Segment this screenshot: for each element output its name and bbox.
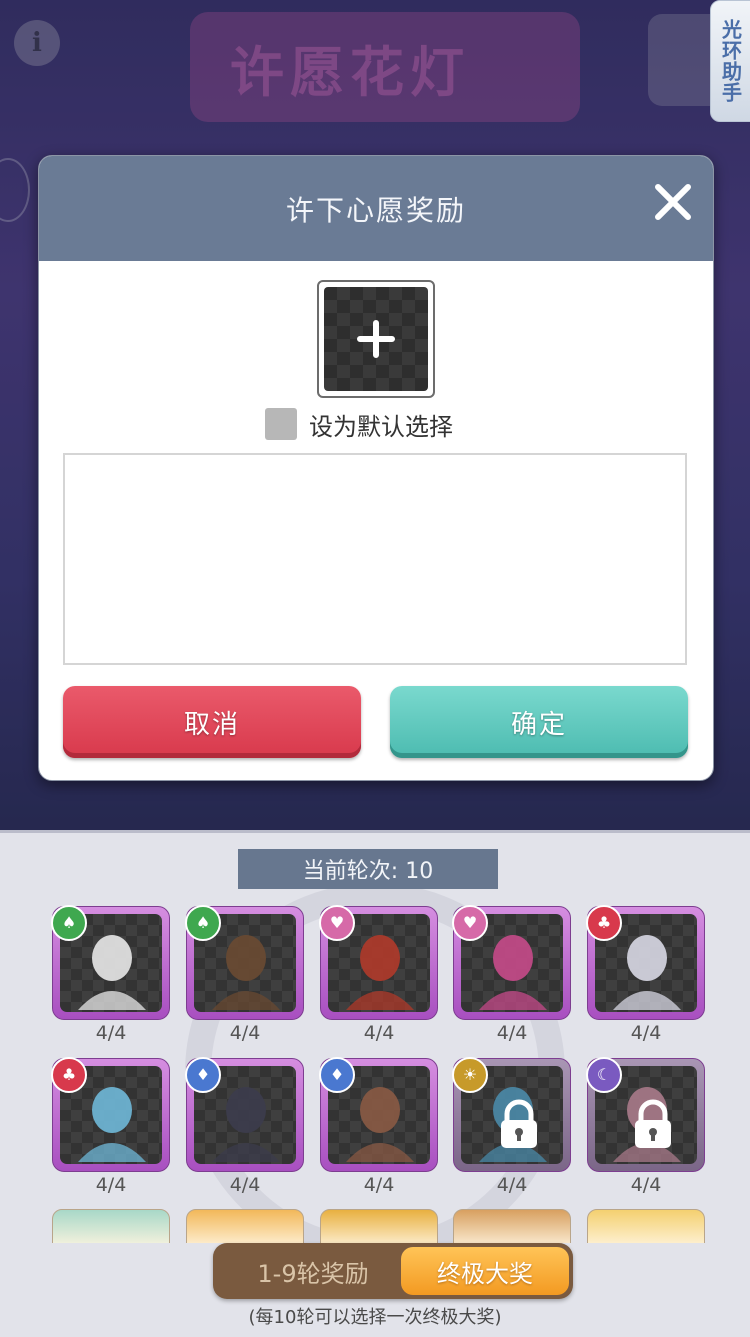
hero-card[interactable]: ♠ 4/4 bbox=[185, 905, 304, 1044]
spade-suit-icon: ♠ bbox=[185, 905, 221, 941]
grand-prize-note: (每10轮可以选择一次终极大奖) bbox=[248, 1307, 502, 1328]
hero-figure-icon bbox=[78, 935, 146, 1010]
assistant-tab-label: 光环助手 bbox=[718, 19, 743, 103]
hero-count: 4/4 bbox=[496, 1022, 528, 1044]
hero-card[interactable]: ♠ 4/4 bbox=[51, 905, 170, 1044]
reward-slot-placeholder bbox=[324, 287, 428, 391]
hero-count: 4/4 bbox=[229, 1022, 261, 1044]
plus-icon bbox=[357, 320, 395, 358]
hero-frame: ♥ bbox=[452, 905, 571, 1020]
reward-select-slot[interactable] bbox=[317, 280, 435, 398]
heart-suit-icon: ♥ bbox=[452, 905, 488, 941]
club-suit-icon: ♣ bbox=[51, 1057, 87, 1093]
hero-count: 4/4 bbox=[95, 1174, 127, 1196]
wish-reward-dialog: 许下心愿奖励 设为默认选择 取消 确定 bbox=[38, 155, 714, 781]
default-choice-label: 设为默认选择 bbox=[309, 412, 453, 441]
lock-icon bbox=[635, 1099, 671, 1148]
assistant-side-tab[interactable]: 光环助手 bbox=[710, 0, 750, 122]
tab-round-rewards[interactable]: 1-9轮奖励 bbox=[219, 1247, 407, 1295]
club-suit-icon: ♣ bbox=[586, 905, 622, 941]
hero-frame: ♥ bbox=[319, 905, 438, 1020]
dialog-title: 许下心愿奖励 bbox=[285, 193, 466, 227]
hero-count: 4/4 bbox=[95, 1022, 127, 1044]
reward-card-partial[interactable] bbox=[186, 1209, 304, 1243]
hero-card[interactable]: ♥ 4/4 bbox=[319, 905, 438, 1044]
hero-card[interactable]: ♣ 4/4 bbox=[51, 1057, 170, 1196]
hero-frame: ☀ bbox=[452, 1057, 571, 1172]
moon-suit-icon: ☾ bbox=[586, 1057, 622, 1093]
hero-figure-icon bbox=[613, 935, 681, 1010]
reward-card-partial[interactable] bbox=[587, 1209, 705, 1243]
sun-suit-icon: ☀ bbox=[452, 1057, 488, 1093]
hero-card[interactable]: ♣ 4/4 bbox=[586, 905, 705, 1044]
diamond-suit-icon: ♦ bbox=[185, 1057, 221, 1093]
hero-card[interactable]: ♦ 4/4 bbox=[319, 1057, 438, 1196]
hero-grid: ♠ 4/4 ♠ 4/4 ♥ 4/4 ♥ 4/4 ♣ 4/4 ♣ 4/4 ♦ 4/4 ♦ 4/4 ☀ 4/4 ☾ 4/4 bbox=[0, 833, 750, 1243]
hero-figure-icon bbox=[212, 1087, 280, 1162]
spade-suit-icon: ♠ bbox=[51, 905, 87, 941]
hero-card[interactable]: ♥ 4/4 bbox=[452, 905, 571, 1044]
hero-frame: ♠ bbox=[51, 905, 170, 1020]
hero-count: 4/4 bbox=[229, 1174, 261, 1196]
hero-frame: ♣ bbox=[51, 1057, 170, 1172]
tab-grand-prize[interactable]: 终极大奖 bbox=[401, 1247, 569, 1295]
hero-frame: ♣ bbox=[586, 905, 705, 1020]
reward-card-partial[interactable] bbox=[453, 1209, 571, 1243]
hero-figure-icon bbox=[479, 935, 547, 1010]
hero-card[interactable]: ♦ 4/4 bbox=[185, 1057, 304, 1196]
hero-count: 4/4 bbox=[496, 1174, 528, 1196]
reward-tabs: 1-9轮奖励 终极大奖 bbox=[213, 1243, 573, 1299]
hero-count: 4/4 bbox=[363, 1022, 395, 1044]
hero-figure-icon bbox=[212, 935, 280, 1010]
hero-frame: ♦ bbox=[319, 1057, 438, 1172]
default-choice-toggle[interactable]: 设为默认选择 bbox=[265, 406, 453, 442]
hero-count: 4/4 bbox=[630, 1022, 662, 1044]
lock-icon bbox=[501, 1099, 537, 1148]
hero-panel: 当前轮次: 10 ♠ 4/4 ♠ 4/4 ♥ 4/4 ♥ 4/4 ♣ 4/4 ♣ 4/4 ♦ 4/4 ♦ 4/… bbox=[0, 830, 750, 1337]
hero-frame: ♠ bbox=[185, 905, 304, 1020]
hero-figure-icon bbox=[346, 1087, 414, 1162]
reward-card-partial[interactable] bbox=[52, 1209, 170, 1243]
dialog-header: 许下心愿奖励 bbox=[39, 156, 713, 261]
close-icon bbox=[655, 184, 691, 220]
diamond-suit-icon: ♦ bbox=[319, 1057, 355, 1093]
hero-figure-icon bbox=[78, 1087, 146, 1162]
hero-frame: ☾ bbox=[586, 1057, 705, 1172]
hero-card[interactable]: ☀ 4/4 bbox=[452, 1057, 571, 1196]
reward-detail-box bbox=[63, 453, 687, 665]
reward-card-partial[interactable] bbox=[320, 1209, 438, 1243]
default-choice-checkbox[interactable] bbox=[265, 408, 297, 440]
close-button[interactable] bbox=[653, 182, 693, 222]
hero-figure-icon bbox=[346, 935, 414, 1010]
confirm-button[interactable]: 确定 bbox=[390, 686, 688, 758]
heart-suit-icon: ♥ bbox=[319, 905, 355, 941]
hero-frame: ♦ bbox=[185, 1057, 304, 1172]
hero-count: 4/4 bbox=[630, 1174, 662, 1196]
hero-count: 4/4 bbox=[363, 1174, 395, 1196]
hero-card[interactable]: ☾ 4/4 bbox=[586, 1057, 705, 1196]
cancel-button[interactable]: 取消 bbox=[63, 686, 361, 758]
